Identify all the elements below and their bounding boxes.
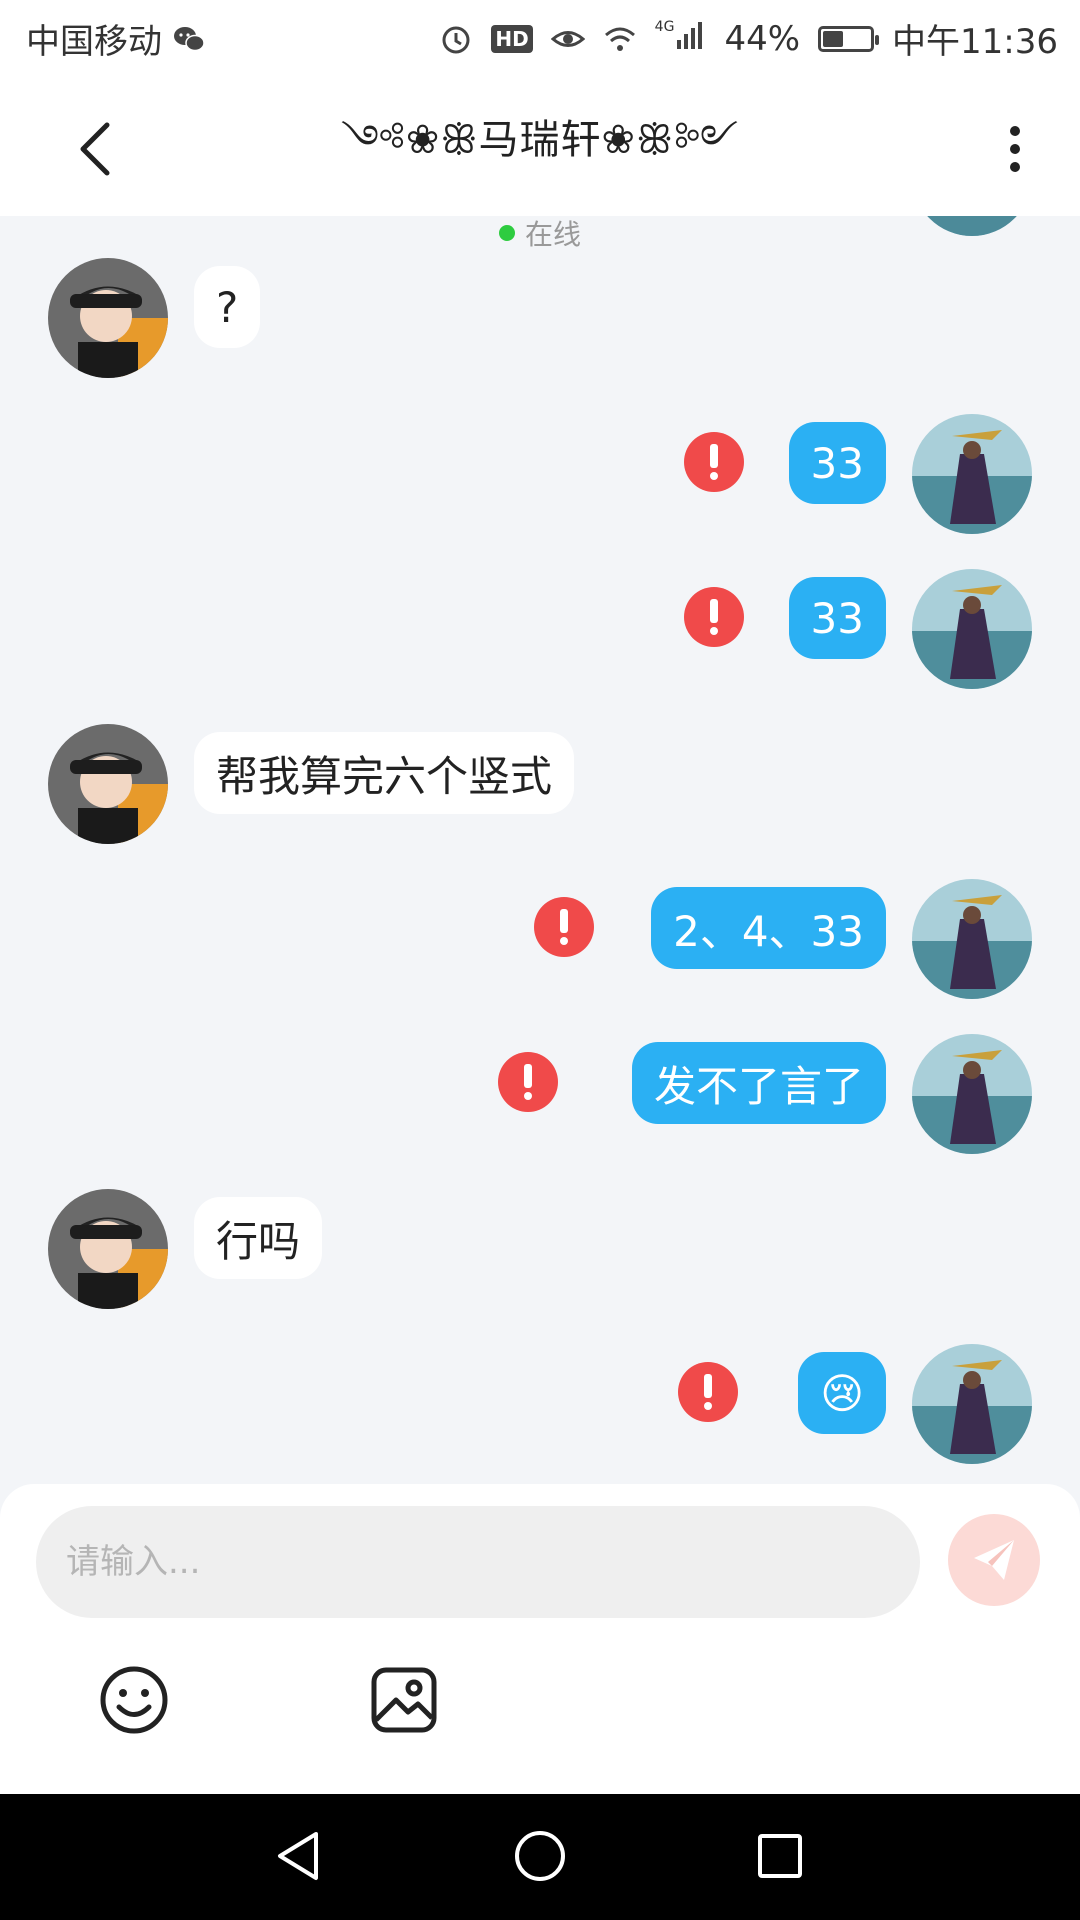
message-row: 发不了言了: [0, 1034, 1080, 1154]
battery-icon: [818, 25, 880, 52]
message-row: ?: [0, 258, 1080, 378]
status-bar: 中国移动 HD 4G 44% 中午11:36: [0, 0, 1080, 74]
nav-back-button[interactable]: [268, 1824, 332, 1888]
signal-indicator: 4G: [655, 19, 707, 59]
clock: 中午11:36: [892, 22, 1058, 62]
contact-avatar[interactable]: [48, 1189, 168, 1309]
contact-avatar[interactable]: [48, 724, 168, 844]
hd-badge: HD: [491, 24, 533, 53]
more-dot-icon: [1010, 162, 1020, 172]
my-avatar-partial: [912, 216, 1032, 236]
message-bubble-incoming[interactable]: ?: [194, 266, 261, 348]
send-failed-icon[interactable]: [534, 897, 594, 957]
wechat-icon: [172, 22, 206, 56]
smiley-icon: [100, 1666, 168, 1734]
paper-plane-icon: [974, 1540, 1014, 1580]
message-bubble-outgoing[interactable]: 2、4、33: [651, 887, 886, 969]
my-avatar[interactable]: [912, 1344, 1032, 1464]
message-composer: [0, 1484, 1080, 1794]
message-row: 行吗: [0, 1189, 1080, 1309]
message-bubble-outgoing[interactable]: 33: [788, 422, 886, 504]
system-nav-bar: [0, 1794, 1080, 1920]
status-bar-left: 中国移动: [26, 14, 206, 63]
nav-recents-button[interactable]: [748, 1824, 812, 1888]
triangle-back-icon: [278, 1832, 318, 1880]
message-bubble-incoming[interactable]: 帮我算完六个竖式: [194, 732, 575, 814]
chat-header: ༺❀ꕥ马瑞轩❀ꕥ༻ 在线: [0, 74, 1080, 251]
message-row: 2、4、33: [0, 879, 1080, 999]
contact-avatar[interactable]: [48, 258, 168, 378]
network-type-label: 4G: [654, 18, 675, 35]
emoji-button[interactable]: [94, 1660, 174, 1740]
signal-icon: [676, 19, 706, 59]
image-button[interactable]: [364, 1660, 444, 1740]
message-bubble-outgoing[interactable]: 33: [788, 577, 886, 659]
my-avatar[interactable]: [912, 879, 1032, 999]
message-row: 😢: [0, 1344, 1080, 1464]
circle-home-icon: [515, 1831, 565, 1881]
my-avatar[interactable]: [912, 1034, 1032, 1154]
message-bubble-outgoing[interactable]: 发不了言了: [631, 1042, 886, 1124]
wifi-icon: [603, 22, 637, 56]
eye-icon: [550, 22, 585, 56]
message-row: 33: [0, 414, 1080, 534]
send-failed-icon[interactable]: [684, 587, 744, 647]
send-failed-icon[interactable]: [498, 1052, 558, 1112]
contact-name: ༺❀ꕥ马瑞轩❀ꕥ༻: [340, 117, 740, 163]
send-failed-icon[interactable]: [678, 1362, 738, 1422]
message-row: 33: [0, 569, 1080, 689]
message-list[interactable]: ? 33 33 帮我算完六个竖式 2、4、33 发不了言了 行吗 😢: [0, 216, 1080, 1484]
image-icon: [371, 1667, 437, 1733]
send-failed-icon[interactable]: [684, 432, 744, 492]
carrier-label: 中国移动: [26, 22, 162, 62]
battery-fill: [823, 30, 844, 47]
square-recents-icon: [758, 1834, 802, 1878]
more-options-button[interactable]: [990, 114, 1040, 184]
message-row: 帮我算完六个竖式: [0, 724, 1080, 844]
alarm-icon: [439, 22, 473, 56]
message-input[interactable]: [36, 1506, 920, 1618]
message-bubble-incoming[interactable]: 行吗: [194, 1197, 323, 1279]
my-avatar[interactable]: [912, 414, 1032, 534]
battery-percent: 44%: [724, 18, 801, 59]
my-avatar[interactable]: [912, 569, 1032, 689]
nav-home-button[interactable]: [508, 1824, 572, 1888]
status-bar-right: HD 4G 44% 中午11:36: [439, 14, 1058, 63]
send-button[interactable]: [948, 1514, 1040, 1606]
message-bubble-outgoing[interactable]: 😢: [798, 1352, 886, 1434]
more-dot-icon: [1010, 126, 1020, 136]
more-dot-icon: [1010, 144, 1020, 154]
